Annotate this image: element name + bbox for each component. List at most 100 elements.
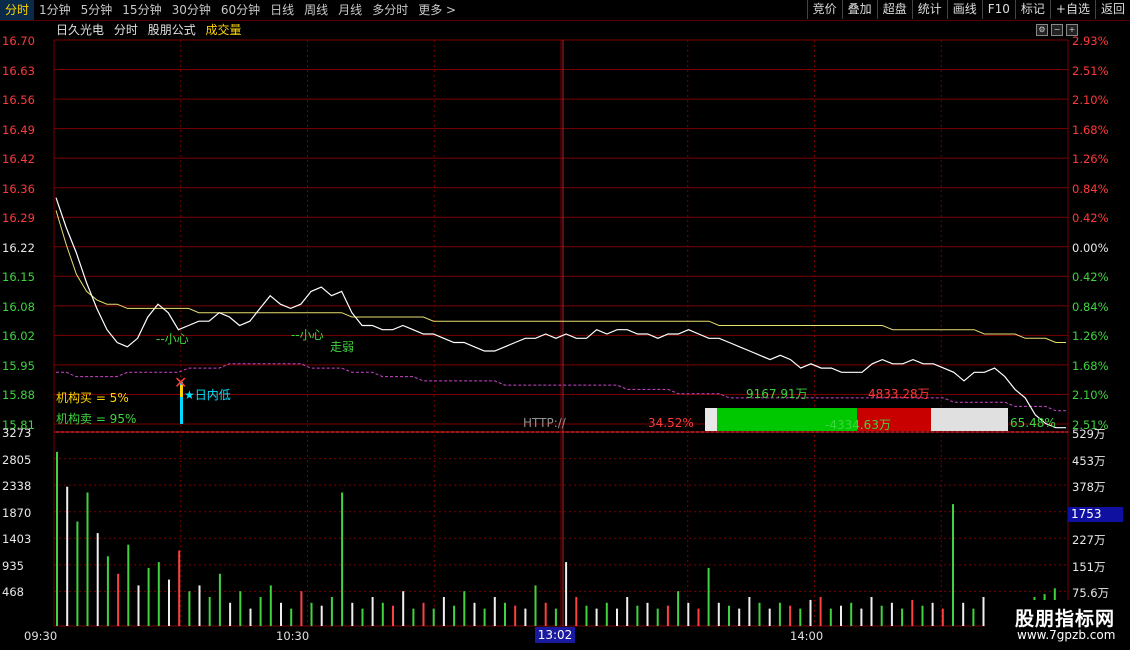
- volume-bar: [178, 550, 181, 626]
- flow-amount-red: 4833.28万: [868, 387, 930, 401]
- volume-amount-tick-label: 227万: [1072, 533, 1106, 548]
- volume-bar: [901, 608, 904, 626]
- price-tick-label: 16.29: [2, 211, 35, 226]
- volume-bar: [534, 585, 537, 626]
- volume-bar: [952, 504, 954, 626]
- volume-tick-label: 2805: [2, 452, 32, 467]
- intraday-low-label: ★日内低: [184, 388, 231, 402]
- volume-bar: [402, 591, 405, 626]
- percent-tick-label: 0.84%: [1072, 181, 1109, 196]
- volume-bar: [473, 602, 476, 626]
- volume-bar: [127, 544, 130, 626]
- volume-bar: [666, 605, 669, 626]
- volume-bar: [921, 605, 924, 626]
- volume-bar: [911, 599, 914, 626]
- volume-bar: [748, 597, 751, 626]
- volume-bar: [483, 608, 486, 626]
- watermark-url: www.7gpzb.com: [1017, 628, 1116, 642]
- volume-bar: [229, 602, 232, 626]
- watermark-title: 股朋指标网: [1015, 608, 1116, 630]
- volume-bar: [565, 562, 568, 626]
- price-tick-label: 16.15: [2, 270, 35, 285]
- volume-bar: [789, 605, 792, 626]
- chart-mode: 分时: [113, 23, 138, 37]
- percent-tick-label: 1.26%: [1072, 329, 1109, 344]
- volume-bar: [738, 608, 741, 626]
- volume-bar: [687, 602, 690, 626]
- volume-bar: [626, 597, 629, 626]
- volume-bar: [96, 533, 99, 626]
- volume-bar: [646, 602, 649, 626]
- volume-bar: [361, 608, 364, 626]
- volume-bar: [442, 597, 445, 626]
- volume-bar: [554, 608, 557, 626]
- side-panel-strip[interactable]: [1120, 22, 1130, 442]
- minus-icon[interactable]: −: [1051, 24, 1063, 36]
- volume-bar: [422, 602, 425, 626]
- volume-bar: [371, 597, 374, 626]
- volume-bar: [656, 608, 659, 626]
- volume-bar: [931, 602, 934, 626]
- institution-sell: 机构卖 = 95%: [56, 412, 137, 426]
- price-tick-label: 16.70: [2, 34, 35, 48]
- flow-pct-right: 65.48%: [1010, 416, 1056, 430]
- time-label-0930: 09:30: [24, 629, 58, 643]
- flow-bar-right-cap: [931, 408, 1008, 431]
- volume-bar: [453, 605, 456, 626]
- volume-tick-label: 935: [2, 558, 24, 573]
- volume-bar: [819, 597, 822, 626]
- time-label-1030: 10:30: [276, 629, 310, 643]
- volume-bar: [117, 573, 120, 626]
- price-tick-label: 16.56: [2, 93, 35, 108]
- time-label-1400: 14:00: [790, 629, 824, 643]
- volume-bar: [188, 591, 191, 626]
- intraday-chart[interactable]: ✕: [0, 0, 1130, 650]
- price-tick-label: 15.88: [2, 388, 35, 403]
- percent-tick-label: 2.51%: [1072, 63, 1109, 78]
- percent-tick-label: 0.00%: [1072, 240, 1109, 255]
- volume-bar: [341, 492, 344, 626]
- volume-amount-tick-label: 378万: [1072, 480, 1106, 495]
- volume-bar: [880, 605, 883, 626]
- volume-bar: [840, 605, 842, 626]
- price-tick-label: 16.42: [2, 152, 35, 167]
- volume-bar: [707, 567, 710, 626]
- volume-bar: [575, 597, 578, 626]
- stock-name: 日久光电: [56, 23, 105, 37]
- volume-bar: [351, 602, 354, 626]
- volume-bar: [208, 597, 211, 626]
- volume-bar: [972, 608, 975, 626]
- flow-amount-green: 9167.91万: [746, 387, 808, 401]
- settings-icon[interactable]: ⚙: [1036, 24, 1048, 36]
- volume-bar: [463, 591, 466, 626]
- price-tick-label: 16.02: [2, 329, 35, 344]
- formula-name[interactable]: 股朋公式: [148, 23, 196, 37]
- volume-bar: [758, 602, 761, 626]
- volume-bar: [392, 605, 394, 626]
- volume-bar: [239, 591, 242, 626]
- institution-buy: 机构买 = 5%: [56, 391, 129, 405]
- volume-bar: [249, 608, 252, 626]
- volume-bar: [870, 597, 873, 626]
- volume-bar: [829, 608, 832, 626]
- percent-tick-label: 2.93%: [1072, 34, 1109, 48]
- volume-bar: [300, 591, 303, 626]
- percent-tick-label: 0.42%: [1072, 211, 1109, 226]
- volume-amount-tick-label: 529万: [1072, 427, 1106, 441]
- volume-bar: [310, 602, 313, 626]
- volume-bar: [381, 602, 384, 626]
- volume-bar: [432, 608, 435, 626]
- price-tick-label: 16.49: [2, 122, 35, 137]
- volume-bar: [330, 597, 333, 626]
- volume-bar: [412, 608, 415, 626]
- volume-bar: [157, 562, 160, 626]
- volume-bar: [504, 602, 506, 626]
- percent-tick-label: 0.42%: [1072, 270, 1109, 285]
- volume-bar: [493, 597, 496, 626]
- volume-bar: [585, 605, 588, 626]
- volume-bar: [147, 567, 150, 626]
- volume-tick-label: 2338: [2, 479, 32, 494]
- price-tick-label: 16.22: [2, 240, 35, 255]
- volume-bar: [799, 608, 802, 626]
- volume-bar: [168, 579, 170, 626]
